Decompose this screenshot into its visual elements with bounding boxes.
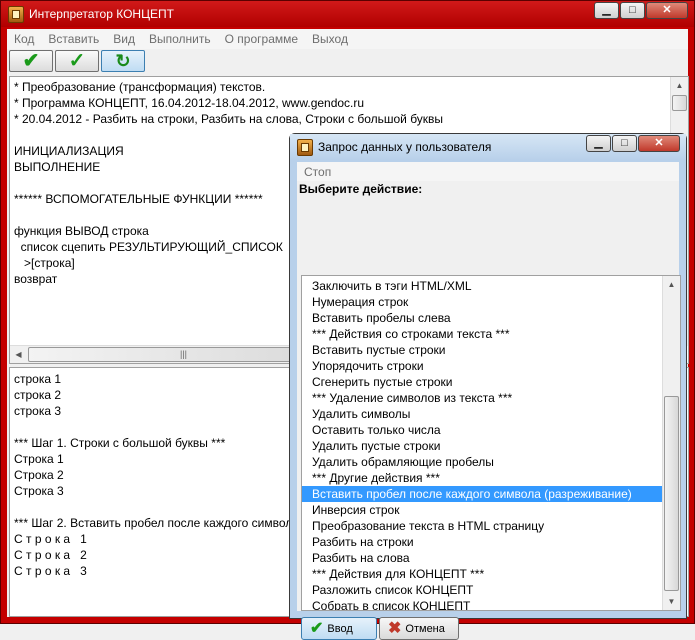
- action-item[interactable]: *** Другие действия ***: [302, 470, 680, 486]
- main-titlebar[interactable]: Интерпретатор КОНЦЕПТ ▁ □ ✕: [1, 1, 694, 27]
- menu-code[interactable]: Код: [7, 32, 41, 46]
- cancel-icon: ✖: [388, 619, 402, 637]
- main-menubar: Код Вставить Вид Выполнить О программе В…: [7, 29, 688, 49]
- scroll-up-icon[interactable]: ▲: [671, 77, 688, 94]
- action-item[interactable]: Собрать в список КОНЦЕПТ: [302, 598, 680, 610]
- action-item[interactable]: Заключить в тэги HTML/XML: [302, 278, 680, 294]
- check-icon: ✓: [68, 50, 86, 72]
- close-button[interactable]: ✕: [646, 2, 688, 19]
- action-items: Заключить в тэги HTML/XML Нумерация строк…: [302, 276, 680, 610]
- dialog-maximize-button[interactable]: □: [612, 135, 637, 152]
- input-dialog: Запрос данных у пользователя ▁ □ ✕ Стоп …: [289, 133, 687, 640]
- maximize-button[interactable]: □: [620, 2, 645, 19]
- ok-label: Ввод: [327, 622, 353, 635]
- menu-exit[interactable]: Выход: [305, 32, 355, 46]
- code-vscroll-thumb[interactable]: [672, 95, 687, 111]
- dialog-prompt: Выберите действие:: [299, 182, 423, 196]
- action-item[interactable]: Сгенерить пустые строки: [302, 374, 680, 390]
- app-icon: [8, 6, 24, 23]
- menu-insert[interactable]: Вставить: [41, 32, 106, 46]
- action-item[interactable]: Удалить обрамляющие пробелы: [302, 454, 680, 470]
- action-item[interactable]: *** Действия для КОНЦЕПТ ***: [302, 566, 680, 582]
- run-button[interactable]: ✔: [9, 50, 53, 72]
- action-list-vscroll[interactable]: ▲ ▼: [662, 276, 680, 610]
- menu-run[interactable]: Выполнить: [142, 32, 218, 46]
- code-line: * 20.04.2012 - Разбить на строки, Разбит…: [14, 112, 444, 126]
- code-line: * Программа КОНЦЕПТ, 16.04.2012-18.04.20…: [14, 96, 365, 110]
- action-item[interactable]: Разбить на слова: [302, 550, 680, 566]
- dialog-close-button[interactable]: ✕: [638, 135, 680, 152]
- action-item[interactable]: Инверсия строк: [302, 502, 680, 518]
- dialog-app-icon: [297, 139, 313, 156]
- dialog-minimize-button[interactable]: ▁: [586, 135, 611, 152]
- dialog-title: Запрос данных у пользователя: [318, 140, 492, 154]
- action-item[interactable]: Нумерация строк: [302, 294, 680, 310]
- action-item[interactable]: Удалить пустые строки: [302, 438, 680, 454]
- action-item[interactable]: Оставить только числа: [302, 422, 680, 438]
- list-scroll-down-icon[interactable]: ▼: [663, 593, 680, 610]
- ok-button[interactable]: ✔ Ввод: [301, 617, 377, 640]
- dialog-buttons: ✔ Ввод ✖ Отмена: [301, 617, 459, 640]
- cancel-button[interactable]: ✖ Отмена: [379, 617, 459, 640]
- action-item[interactable]: Преобразование текста в HTML страницу: [302, 518, 680, 534]
- refresh-icon: ↻: [115, 51, 131, 71]
- action-list[interactable]: Заключить в тэги HTML/XML Нумерация строк…: [301, 275, 681, 611]
- minimize-button[interactable]: ▁: [594, 2, 619, 19]
- dialog-menubar: Стоп: [297, 162, 679, 181]
- list-scroll-up-icon[interactable]: ▲: [663, 276, 680, 293]
- action-list-thumb[interactable]: [664, 396, 679, 591]
- check-icon: ✔: [310, 619, 324, 637]
- menu-stop[interactable]: Стоп: [297, 165, 338, 179]
- main-toolbar: ✔ ✓ ↻: [9, 50, 145, 74]
- grip-icon: |||: [180, 349, 188, 359]
- check-button[interactable]: ✓: [55, 50, 99, 72]
- action-item[interactable]: Вставить пробелы слева: [302, 310, 680, 326]
- dialog-titlebar[interactable]: Запрос данных у пользователя ▁ □ ✕: [290, 134, 686, 160]
- menu-about[interactable]: О программе: [218, 32, 305, 46]
- dialog-client: Стоп Выберите действие: Заключить в тэги…: [297, 162, 681, 640]
- action-item[interactable]: Разложить список КОНЦЕПТ: [302, 582, 680, 598]
- check-icon: ✔: [22, 50, 40, 72]
- code-line: * Преобразование (трансформация) текстов…: [14, 80, 266, 94]
- action-item[interactable]: *** Действия со строками текста ***: [302, 326, 680, 342]
- cancel-label: Отмена: [405, 622, 445, 635]
- menu-view[interactable]: Вид: [106, 32, 142, 46]
- main-title: Интерпретатор КОНЦЕПТ: [29, 7, 174, 21]
- action-item[interactable]: Вставить пробел после каждого символа (р…: [302, 486, 680, 502]
- scroll-left-icon[interactable]: ◀: [10, 346, 27, 363]
- action-item[interactable]: Упорядочить строки: [302, 358, 680, 374]
- refresh-button[interactable]: ↻: [101, 50, 145, 72]
- action-item[interactable]: *** Удаление символов из текста ***: [302, 390, 680, 406]
- action-item[interactable]: Разбить на строки: [302, 534, 680, 550]
- action-item[interactable]: Вставить пустые строки: [302, 342, 680, 358]
- action-item[interactable]: Удалить символы: [302, 406, 680, 422]
